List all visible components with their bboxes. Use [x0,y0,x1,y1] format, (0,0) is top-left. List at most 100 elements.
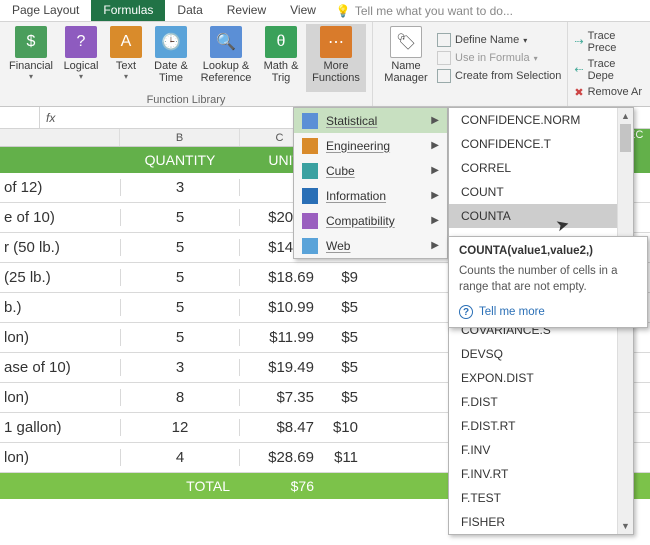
cell-ext[interactable]: $9 [320,269,360,286]
logical-button[interactable]: ? Logical ▾ [56,24,106,92]
ribbon: $ Financial ▾ ? Logical ▾ A Text ▾ 🕒 Dat… [0,22,650,107]
submenu-arrow-icon: ▶ [431,190,439,201]
menu-item-engineering[interactable]: Engineering ▶ [294,133,447,158]
cell-ext[interactable]: $5 [320,329,360,346]
dropdown-icon: ▾ [534,54,538,63]
more-functions-button[interactable]: ⋯ More Functions [306,24,366,92]
cell-quantity[interactable]: 5 [120,299,240,316]
tell-me-more-link[interactable]: ? Tell me more [459,305,637,319]
cell-quantity[interactable]: 12 [120,419,240,436]
text-button[interactable]: A Text ▾ [106,24,146,92]
lookup-button[interactable]: 🔍 Lookup & Reference [196,24,256,92]
cell-unit-price[interactable]: $18.69 [240,269,320,286]
name-box[interactable] [0,107,40,128]
cell-item[interactable]: 1 gallon) [0,419,120,436]
theta-icon: θ [265,26,297,58]
cell-item[interactable]: e of 10) [0,209,120,226]
tooltip-body: Counts the number of cells in a range th… [459,263,637,295]
cell-ext[interactable]: $10 [320,419,360,436]
cell-item[interactable]: lon) [0,329,120,346]
dropdown-icon: ▾ [124,72,128,81]
scroll-up-icon[interactable]: ▲ [618,108,633,124]
cell-unit-price[interactable]: $7.35 [240,389,320,406]
cell-quantity[interactable]: 3 [120,359,240,376]
menu-item-cube[interactable]: Cube▶ [294,158,447,183]
category-icon [302,113,318,129]
cell-item[interactable]: b.) [0,299,120,316]
cell-ext[interactable]: $5 [320,359,360,376]
cell-quantity[interactable]: 4 [120,449,240,466]
cell-ext[interactable]: $5 [320,299,360,316]
cell-item[interactable]: lon) [0,389,120,406]
function-item[interactable]: DEVSQ [449,342,633,366]
function-item[interactable]: CORREL [449,156,633,180]
define-name-icon [437,33,451,47]
define-name-button[interactable]: Define Name▾ [437,33,561,47]
menu-label: Web [326,239,423,253]
cell-quantity[interactable]: 5 [120,239,240,256]
scroll-thumb[interactable] [620,124,631,152]
ribbon-label: Financial [9,60,53,72]
datetime-button[interactable]: 🕒 Date & Time [146,24,196,92]
menu-item-web[interactable]: Web ▶ [294,233,447,258]
tell-me-search[interactable]: 💡 Tell me what you want to do... [336,0,513,21]
function-item[interactable]: F.DIST [449,390,633,414]
cell-unit-price[interactable]: $8.47 [240,419,320,436]
ribbon-label: More Functions [312,60,360,84]
name-manager-button[interactable]: 🏷 Name Manager [379,24,433,92]
function-item[interactable]: COUNT [449,180,633,204]
cell-unit-price[interactable]: $19.49 [240,359,320,376]
function-item[interactable]: CONFIDENCE.NORM [449,108,633,132]
function-item[interactable]: F.DIST.RT [449,414,633,438]
cell-item[interactable]: r (50 lb.) [0,239,120,256]
menu-item-information[interactable]: Information▶ [294,183,447,208]
scroll-down-icon[interactable]: ▼ [618,518,633,534]
trace-prec-icon: ⇢ [574,35,583,48]
formula-icon [437,51,451,65]
fx-icon[interactable]: fx [40,111,61,125]
dropdown-icon: ▾ [29,72,33,81]
col-header-B[interactable]: B [120,129,240,146]
cell-unit-price[interactable]: $10.99 [240,299,320,316]
function-item[interactable]: EXPON.DIST [449,366,633,390]
col-header-A[interactable] [0,129,120,146]
tab-page-layout[interactable]: Page Layout [0,0,91,21]
submenu-arrow-icon: ▶ [431,240,439,251]
function-item[interactable]: F.INV [449,438,633,462]
menu-item-statistical[interactable]: Statistical▶ [294,108,447,133]
cell-quantity[interactable]: 5 [120,269,240,286]
submenu-arrow-icon: ▶ [431,115,439,126]
menu-item-compatibility[interactable]: Compatibility▶ [294,208,447,233]
cell-ext[interactable]: $11 [320,449,360,466]
function-item[interactable]: COUNTA [449,204,633,228]
tab-view[interactable]: View [278,0,328,21]
cell-unit-price[interactable]: $11.99 [240,329,320,346]
function-item[interactable]: F.INV.RT [449,462,633,486]
mathtrig-button[interactable]: θ Math & Trig [256,24,306,92]
cell-item[interactable]: of 12) [0,179,120,196]
cell-ext[interactable]: $5 [320,389,360,406]
trace-dependents-button[interactable]: ⇠Trace Depe [574,58,644,82]
cell-item[interactable]: (25 lb.) [0,269,120,286]
submenu-arrow-icon: ▶ [431,140,439,151]
cell-item[interactable]: ase of 10) [0,359,120,376]
function-item[interactable]: F.TEST [449,486,633,510]
use-in-formula-button[interactable]: Use in Formula▾ [437,51,561,65]
cell-unit-price[interactable]: $28.69 [240,449,320,466]
tab-review[interactable]: Review [215,0,278,21]
tab-formulas[interactable]: Formulas [91,0,165,21]
function-item[interactable]: CONFIDENCE.T [449,132,633,156]
cell-quantity[interactable]: 5 [120,209,240,226]
financial-button[interactable]: $ Financial ▾ [6,24,56,92]
create-from-selection-button[interactable]: Create from Selection [437,69,561,83]
cell-quantity[interactable]: 3 [120,179,240,196]
menu-label: Engineering [326,139,423,153]
cell-item[interactable]: lon) [0,449,120,466]
trace-precedents-button[interactable]: ⇢Trace Prece [574,30,644,54]
cell-quantity[interactable]: 8 [120,389,240,406]
remove-arrows-button[interactable]: ✖Remove Ar [574,86,644,99]
cell-quantity[interactable]: 5 [120,329,240,346]
tab-data[interactable]: Data [165,0,214,21]
function-item[interactable]: FISHER [449,510,633,534]
formula-auditing-group: ⇢Trace Prece ⇠Trace Depe ✖Remove Ar [568,22,650,106]
